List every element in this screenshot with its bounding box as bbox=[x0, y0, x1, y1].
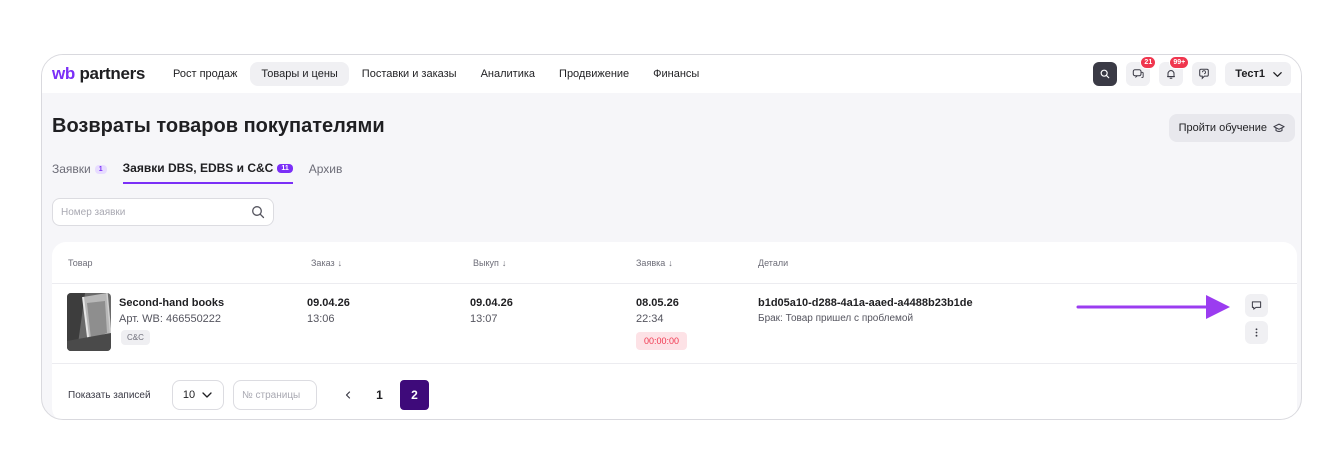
more-vertical-icon bbox=[1255, 328, 1258, 337]
notifications-badge: 99+ bbox=[1169, 56, 1190, 69]
top-nav: wb partners Рост продаж Товары и цены По… bbox=[42, 55, 1301, 93]
buyout-time: 13:07 bbox=[470, 313, 498, 325]
nav-item-analytics[interactable]: Аналитика bbox=[470, 62, 546, 86]
tab-count-badge: 1 bbox=[94, 164, 107, 174]
request-date: 08.05.26 bbox=[636, 297, 679, 309]
annotation-arrow bbox=[1076, 295, 1230, 319]
notifications-button[interactable]: 99+ bbox=[1159, 56, 1190, 86]
sort-arrow-down-icon: ↓ bbox=[501, 258, 507, 268]
divider bbox=[52, 283, 1297, 284]
nav-item-promotion[interactable]: Продвижение bbox=[548, 62, 640, 86]
wb-partners-logo[interactable]: wb partners bbox=[52, 64, 145, 84]
app-frame: wb partners Рост продаж Товары и цены По… bbox=[41, 54, 1302, 420]
bell-icon bbox=[1167, 70, 1176, 79]
header-tools: 21 99+ Тест1 bbox=[1093, 56, 1291, 86]
buyout-date: 09.04.26 bbox=[470, 297, 513, 309]
support-icon bbox=[1199, 68, 1210, 80]
request-tabs: Заявки 1 Заявки DBS, EDBS и C&C 11 Архив bbox=[52, 161, 342, 184]
chat-badge: 21 bbox=[1140, 56, 1157, 69]
main-nav: Рост продаж Товары и цены Поставки и зак… bbox=[162, 62, 710, 86]
countdown-timer: 00:00:00 bbox=[636, 332, 688, 350]
delivery-type-tag: C&C bbox=[121, 330, 150, 345]
column-header-product: Товар bbox=[68, 258, 93, 268]
chevron-left-icon bbox=[345, 391, 351, 399]
request-id[interactable]: b1d05a10-d288-4a1a-aaed-a4488b23b1de bbox=[758, 297, 973, 309]
page-size-select[interactable]: 10 bbox=[172, 380, 224, 410]
page-number-input[interactable] bbox=[233, 380, 317, 410]
order-time: 13:06 bbox=[307, 313, 335, 325]
tab-requests[interactable]: Заявки 1 bbox=[52, 161, 107, 184]
sort-arrow-down-icon: ↓ bbox=[668, 258, 673, 268]
tab-requests-dbs-edbs-cc[interactable]: Заявки DBS, EDBS и C&C 11 bbox=[122, 161, 293, 184]
user-menu[interactable]: Тест1 bbox=[1225, 62, 1291, 86]
nav-item-finance[interactable]: Финансы bbox=[642, 62, 710, 86]
chat-icon bbox=[1251, 301, 1262, 310]
request-number-input[interactable] bbox=[53, 205, 243, 219]
divider bbox=[52, 363, 1297, 364]
support-button[interactable] bbox=[1192, 62, 1217, 86]
tab-label: Заявки bbox=[52, 162, 91, 176]
chevron-down-icon bbox=[202, 392, 212, 398]
page-size-value: 10 bbox=[182, 389, 196, 401]
request-search bbox=[52, 198, 274, 226]
user-name: Тест1 bbox=[1235, 68, 1265, 80]
chevron-down-icon bbox=[1273, 71, 1282, 77]
column-header-request[interactable]: Заявка ↓ bbox=[636, 258, 673, 268]
tab-label: Заявки DBS, EDBS и C&C bbox=[122, 161, 274, 175]
chat-icon bbox=[1132, 69, 1144, 78]
order-date: 09.04.26 bbox=[307, 297, 350, 309]
open-chat-button[interactable] bbox=[1245, 294, 1268, 317]
search-icon bbox=[1100, 69, 1110, 79]
request-time: 22:34 bbox=[636, 313, 664, 325]
start-training-label: Пройти обучение bbox=[1178, 122, 1267, 134]
column-header-order[interactable]: Заказ ↓ bbox=[311, 258, 342, 268]
returns-table: Товар Заказ ↓ Выкуп ↓ Заявка ↓ Детали Secon… bbox=[52, 242, 1297, 419]
tab-count-badge: 11 bbox=[277, 163, 293, 173]
product-image[interactable] bbox=[67, 293, 111, 351]
more-actions-button[interactable] bbox=[1245, 321, 1268, 344]
column-header-buyout[interactable]: Выкуп ↓ bbox=[473, 258, 506, 268]
tab-label: Архив bbox=[308, 162, 343, 176]
product-name[interactable]: Second-hand books bbox=[119, 297, 224, 309]
nav-item-sales-growth[interactable]: Рост продаж bbox=[162, 62, 248, 86]
page-2-button[interactable]: 2 bbox=[400, 380, 429, 410]
prev-page-button[interactable] bbox=[336, 382, 360, 408]
sort-arrow-down-icon: ↓ bbox=[337, 258, 343, 268]
page-size-label: Показать записей bbox=[68, 390, 151, 401]
tab-archive[interactable]: Архив bbox=[309, 161, 343, 184]
search-icon[interactable] bbox=[251, 205, 265, 219]
nav-item-products-prices[interactable]: Товары и цены bbox=[250, 62, 349, 86]
column-header-details: Детали bbox=[758, 258, 789, 268]
search-button[interactable] bbox=[1093, 62, 1118, 86]
nav-item-supplies-orders[interactable]: Поставки и заказы bbox=[351, 62, 468, 86]
page-1-button[interactable]: 1 bbox=[365, 380, 394, 410]
graduation-cap-icon bbox=[1273, 123, 1285, 132]
chat-button[interactable]: 21 bbox=[1126, 56, 1157, 86]
page-title: Возвраты товаров покупателями bbox=[52, 115, 385, 137]
product-article: Арт. WB: 466550222 bbox=[119, 313, 222, 325]
return-reason: Брак: Товар пришел с проблемой bbox=[758, 313, 914, 324]
start-training-button[interactable]: Пройти обучение bbox=[1168, 114, 1295, 142]
